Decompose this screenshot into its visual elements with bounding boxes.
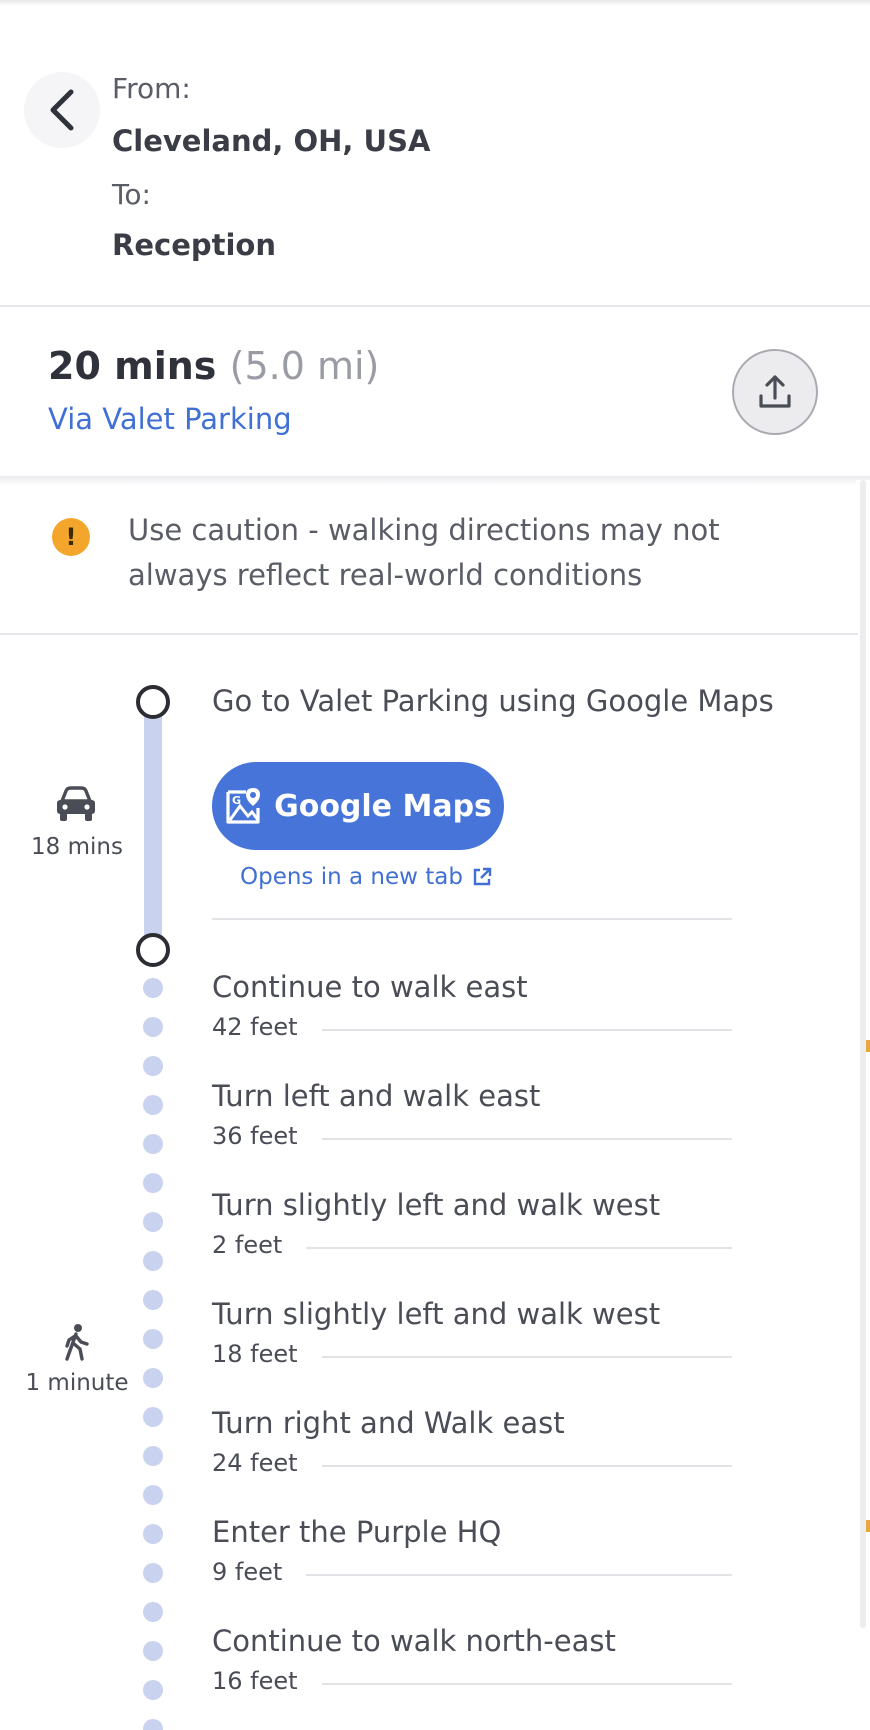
from-value: Cleveland, OH, USA bbox=[112, 124, 431, 158]
walk-step-distance: 9 feet bbox=[212, 1558, 283, 1586]
step-divider bbox=[212, 918, 732, 920]
walk-duration: 1 minute bbox=[25, 1370, 129, 1396]
scrollbar-thumb[interactable] bbox=[860, 480, 866, 1628]
via-link[interactable]: Via Valet Parking bbox=[48, 402, 292, 436]
walk-step-line bbox=[321, 1138, 732, 1140]
from-label: From: bbox=[112, 72, 191, 105]
walk-step-distance: 2 feet bbox=[212, 1231, 283, 1259]
walk-step-title: Enter the Purple HQ bbox=[212, 1515, 502, 1549]
walk-path-dot bbox=[143, 1485, 163, 1505]
map-pin-icon: G bbox=[226, 788, 261, 824]
walk-step-distance: 42 feet bbox=[212, 1013, 298, 1041]
drive-instruction: Go to Valet Parking using Google Maps bbox=[212, 684, 774, 718]
new-tab-text: Opens in a new tab bbox=[240, 864, 463, 890]
walk-path-dot bbox=[143, 1719, 163, 1730]
route-summary: 20 mins (5.0 mi) bbox=[48, 344, 379, 388]
google-maps-button-label: Google Maps bbox=[274, 788, 492, 824]
external-link-icon bbox=[473, 867, 492, 886]
walk-path-dot bbox=[143, 1212, 163, 1232]
walk-path-dot bbox=[143, 1251, 163, 1271]
walk-path-dot bbox=[143, 1329, 163, 1349]
share-icon bbox=[759, 375, 791, 408]
chevron-left-icon bbox=[50, 89, 74, 131]
walk-path-dot bbox=[143, 1563, 163, 1583]
walk-path-dot bbox=[143, 1446, 163, 1466]
svg-text:G: G bbox=[232, 794, 241, 807]
share-button[interactable] bbox=[732, 349, 818, 435]
walk-path-dot bbox=[143, 1095, 163, 1115]
drive-duration: 18 mins bbox=[31, 834, 123, 860]
warning-icon: ! bbox=[52, 518, 90, 556]
walk-step-line bbox=[306, 1574, 732, 1576]
top-shadow bbox=[0, 0, 870, 6]
walk-step-title: Turn left and walk east bbox=[212, 1079, 541, 1113]
divider bbox=[0, 305, 870, 307]
walk-path-dot bbox=[143, 1017, 163, 1037]
leg-transfer-marker bbox=[136, 933, 170, 967]
walk-path-dot bbox=[143, 1407, 163, 1427]
route-distance: (5.0 mi) bbox=[229, 344, 380, 388]
summary-shadow bbox=[0, 476, 870, 486]
drive-leg-line bbox=[144, 702, 162, 950]
walk-step-line bbox=[306, 1247, 732, 1249]
walk-path-dot bbox=[143, 1602, 163, 1622]
walk-path-dot bbox=[143, 1134, 163, 1154]
walk-path-dot bbox=[143, 1368, 163, 1388]
walk-step-title: Continue to walk east bbox=[212, 970, 528, 1004]
to-value: Reception bbox=[112, 228, 276, 262]
warning-text: Use caution - walking directions may not… bbox=[128, 513, 720, 592]
walk-path-dot bbox=[143, 1173, 163, 1193]
walk-path-dot bbox=[143, 1680, 163, 1700]
walk-step-distance: 16 feet bbox=[212, 1667, 298, 1695]
walk-step-distance: 18 feet bbox=[212, 1340, 298, 1368]
walk-step-title: Turn slightly left and walk west bbox=[212, 1188, 661, 1222]
google-maps-button[interactable]: G Google Maps bbox=[212, 762, 504, 850]
route-duration: 20 mins bbox=[48, 344, 217, 388]
walk-step-line bbox=[321, 1683, 732, 1685]
new-tab-note: Opens in a new tab bbox=[240, 864, 493, 890]
edge-marker bbox=[866, 1040, 870, 1052]
walk-step-distance: 24 feet bbox=[212, 1449, 298, 1477]
walk-step-line bbox=[321, 1465, 732, 1467]
walk-path-dot bbox=[143, 1524, 163, 1544]
walk-step-title: Continue to walk north-east bbox=[212, 1624, 616, 1658]
walk-step-line bbox=[321, 1356, 732, 1358]
divider bbox=[0, 633, 858, 635]
car-icon bbox=[54, 784, 98, 824]
walk-step-line bbox=[321, 1029, 732, 1031]
walk-path-dot bbox=[143, 1641, 163, 1661]
walk-step-title: Turn slightly left and walk west bbox=[212, 1297, 661, 1331]
walk-step-distance: 36 feet bbox=[212, 1122, 298, 1150]
leg-start-marker bbox=[136, 685, 170, 719]
to-label: To: bbox=[112, 178, 151, 211]
walk-path-dot bbox=[143, 1290, 163, 1310]
walk-path-dot bbox=[143, 1056, 163, 1076]
back-button[interactable] bbox=[24, 72, 100, 148]
walk-step-title: Turn right and Walk east bbox=[212, 1406, 565, 1440]
directions-panel: From: Cleveland, OH, USA To: Reception 2… bbox=[0, 0, 870, 1730]
walk-icon bbox=[60, 1322, 92, 1362]
walk-path-dot bbox=[143, 978, 163, 998]
edge-marker bbox=[866, 1520, 870, 1532]
